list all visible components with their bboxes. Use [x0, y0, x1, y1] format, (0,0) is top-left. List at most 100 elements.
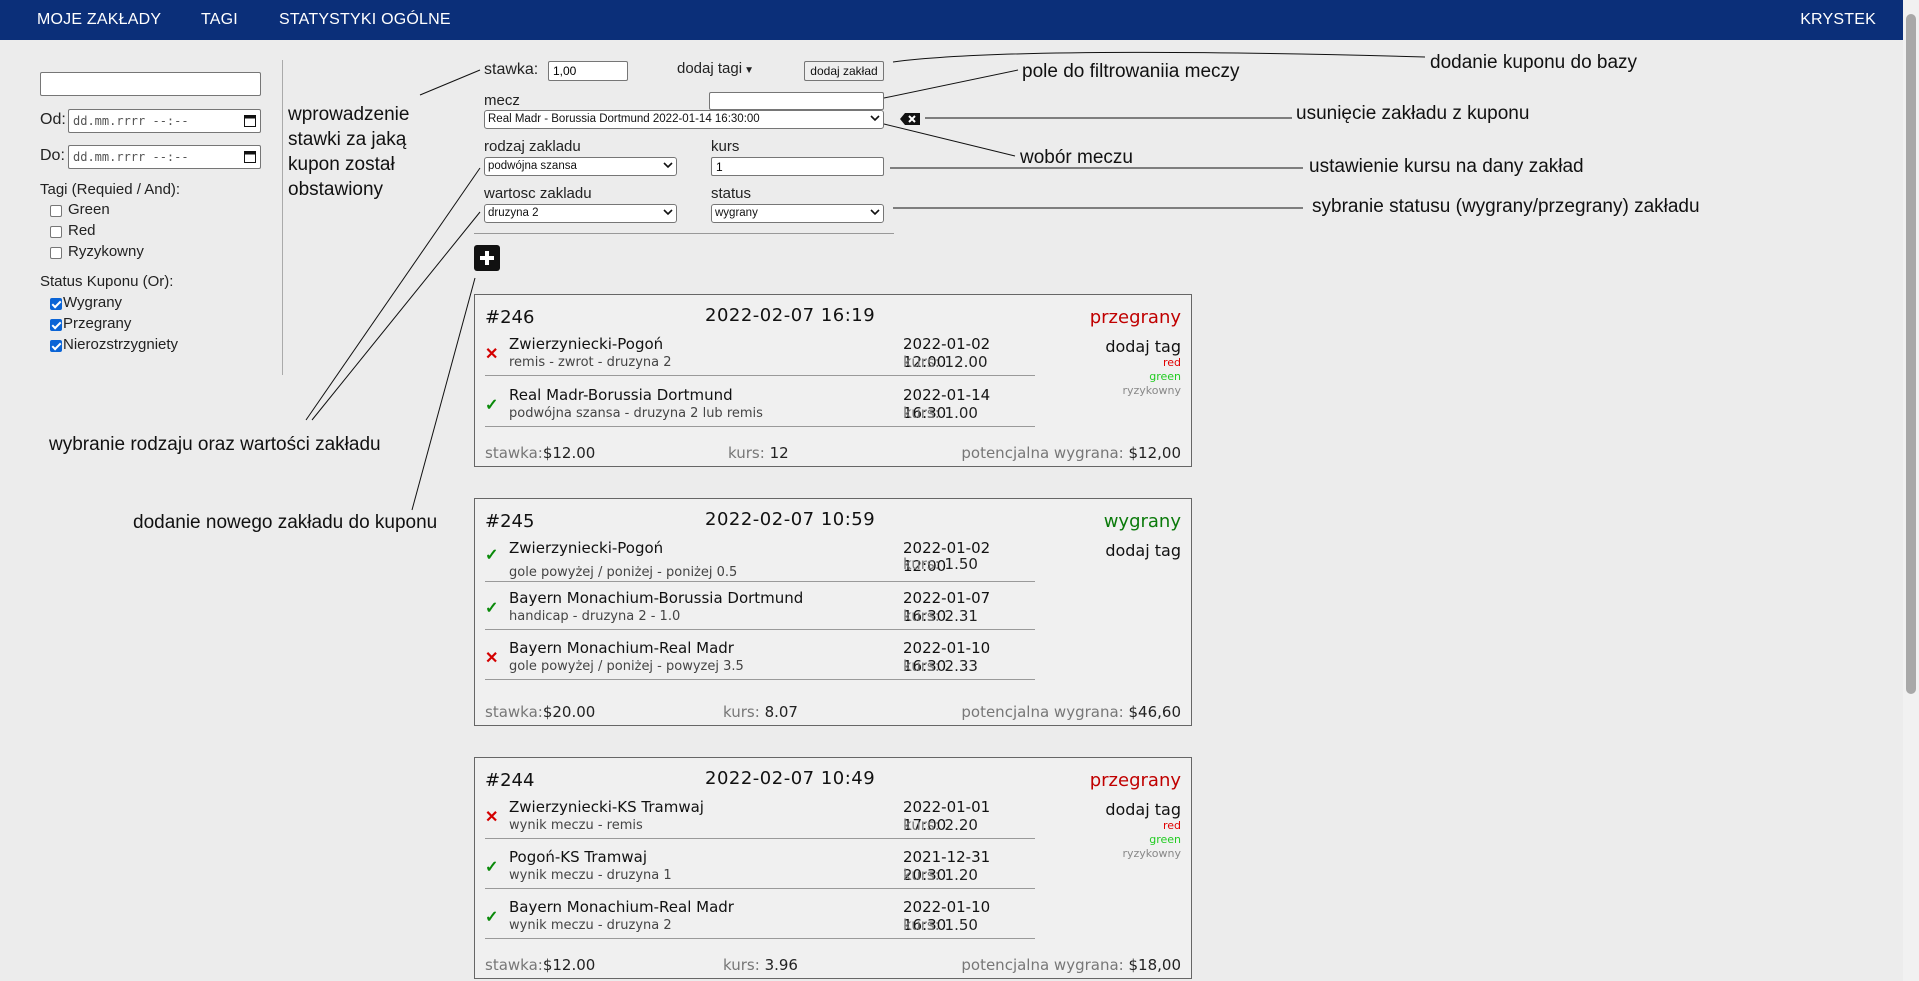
bet-row: ✕ Bayern Monachium-Real Madr gole powyżej … [485, 639, 1035, 680]
status-checkbox-przegrany[interactable] [50, 319, 62, 331]
footer-potential-value: $12,00 [1128, 444, 1182, 462]
match-select-value: Real Madr - Borussia Dortmund 2022-01-14… [488, 113, 760, 125]
search-input[interactable] [40, 72, 261, 96]
stake-input[interactable] [548, 61, 628, 81]
bet-type-select[interactable]: podwójna szansa [484, 157, 677, 176]
bet-value-select[interactable]: druzyna 2 [484, 204, 677, 223]
bet-row: ✓ Real Madr-Borussia Dortmund podwójna sza… [485, 386, 1035, 427]
status-checkbox-nierozstrzygniety[interactable] [50, 340, 62, 352]
bet-value-select-value: druzyna 2 [488, 207, 539, 219]
match-filter-input[interactable] [709, 92, 884, 110]
bet-description: handicap - druzyna 2 - 1.0 [509, 609, 681, 624]
nav-user[interactable]: KRYSTEK [1800, 0, 1876, 40]
annotation-stake-line-3: kupon został [288, 154, 395, 175]
bet-odds-value: 2.20 [944, 816, 978, 834]
coupon-id: #246 [485, 307, 535, 328]
bet-odds-label: kurs: [903, 353, 945, 371]
status-checkbox-wygrany[interactable] [50, 298, 62, 310]
from-date-input[interactable]: dd.mm.rrrr --:-- [68, 109, 261, 133]
won-check-icon: ✓ [485, 397, 499, 414]
footer-potential: potencjalna wygrana: $46,60 [961, 703, 1181, 721]
bet-odds-value: 1.00 [944, 404, 978, 422]
nav-item-moje-zaklady[interactable]: MOJE ZAKŁADY [37, 0, 161, 40]
coupon-status: przegrany [1089, 307, 1181, 328]
odds-input[interactable] [711, 157, 884, 176]
bet-odds-value: 1.20 [944, 866, 978, 884]
annotation-type-value: wybranie rodzaju oraz wartości zakładu [49, 434, 381, 455]
add-tags-dropdown[interactable]: dodaj tagi ▼ [677, 60, 754, 77]
add-tag-link[interactable]: dodaj tag [1105, 541, 1181, 560]
annotation-stake-line-4: obstawiony [288, 179, 384, 200]
footer-potential: potencjalna wygrana: $12,00 [961, 444, 1181, 462]
bet-odds-value: 2.31 [944, 607, 978, 625]
calendar-icon[interactable] [244, 114, 256, 127]
bet-row: ✕ Zwierzyniecki-KS Tramwaj wynik meczu - r… [485, 798, 1035, 839]
coupon-tag[interactable]: green [1105, 370, 1181, 384]
nav-item-statystyki[interactable]: STATYSTYKI OGÓLNE [279, 0, 451, 40]
tag-checkbox-ryzykowny[interactable] [50, 247, 62, 259]
to-date-input[interactable]: dd.mm.rrrr --:-- [68, 145, 261, 169]
coupon-tag[interactable]: red [1105, 819, 1181, 833]
page-scrollbar[interactable] [1903, 0, 1919, 981]
coupon-date: 2022-02-07 16:19 [705, 305, 876, 326]
bet-odds: kurs: 2.31 [903, 607, 978, 625]
bet-value-label: wartosc zakladu [484, 185, 592, 202]
match-select[interactable]: Real Madr - Borussia Dortmund 2022-01-14… [484, 110, 884, 129]
plus-icon[interactable] [474, 245, 500, 271]
match-label: mecz [484, 92, 520, 109]
bet-odds: kurs: 1.20 [903, 866, 978, 884]
bet-odds-value: 1.50 [944, 916, 978, 934]
won-check-icon: ✓ [485, 600, 499, 617]
scrollbar-thumb[interactable] [1906, 14, 1916, 694]
annotation-add-new: dodanie nowego zakładu do kuponu [133, 512, 438, 533]
bet-status-select[interactable]: wygrany [711, 204, 884, 223]
bet-odds: kurs: 1.00 [903, 404, 978, 422]
status-label-przegrany: Przegrany [63, 315, 132, 332]
footer-potential-label: potencjalna wygrana: [961, 956, 1124, 974]
bet-odds-label: kurs: [903, 607, 945, 625]
add-coupon-button[interactable]: dodaj zakład [804, 61, 884, 81]
bet-odds-label: kurs: [903, 816, 945, 834]
from-label: Od: [40, 111, 66, 128]
coupon-tag[interactable]: ryzykowny [1105, 384, 1181, 398]
coupon-tag[interactable]: red [1105, 356, 1181, 370]
add-tag-link[interactable]: dodaj tag [1105, 800, 1181, 819]
nav-item-tagi[interactable]: TAGI [201, 0, 238, 40]
coupon-id: #245 [485, 511, 535, 532]
footer-potential-value: $46,60 [1128, 703, 1182, 721]
won-check-icon: ✓ [485, 547, 499, 564]
footer-kurs: kurs: 12 [728, 444, 789, 462]
bet-odds-label: kurs: [903, 404, 945, 422]
add-tags-label: dodaj tagi [677, 60, 743, 77]
bet-description: podwójna szansa - druzyna 2 lub remis [509, 406, 763, 421]
coupon-card[interactable]: #245 2022-02-07 10:59 wygrany ✓ Zwierzynieck… [474, 498, 1192, 726]
coupon-date: 2022-02-07 10:49 [705, 768, 876, 789]
bet-row: ✕ Zwierzyniecki-Pogoń remis - zwrot - druz… [485, 335, 1035, 376]
coupon-tags: dodaj tag [1105, 541, 1181, 560]
coupon-card[interactable]: #244 2022-02-07 10:49 przegrany ✕ Zwierzynie… [474, 757, 1192, 979]
top-navbar: MOJE ZAKŁADY TAGI STATYSTYKI OGÓLNE KRYS… [0, 0, 1903, 40]
annotation-remove: usunięcie zakładu z kuponu [1296, 103, 1530, 124]
footer-stake-value: $12.00 [542, 444, 596, 462]
bet-description: wynik meczu - druzyna 2 [509, 918, 672, 933]
calendar-icon[interactable] [244, 150, 256, 163]
annotation-set-odds: ustawienie kursu na dany zakład [1309, 156, 1584, 177]
bet-odds-label: kurs: [903, 555, 945, 573]
tag-checkbox-red[interactable] [50, 226, 62, 238]
form-divider [474, 233, 894, 234]
footer-potential-value: $18,00 [1128, 956, 1182, 974]
bet-match: Zwierzyniecki-Pogoń [509, 539, 664, 557]
add-tag-link[interactable]: dodaj tag [1105, 337, 1181, 356]
bet-odds-label: kurs: [903, 866, 945, 884]
remove-bet-icon[interactable] [899, 112, 921, 126]
bet-odds: kurs: 12.00 [903, 353, 988, 371]
annotation-choose-match: wobór meczu [1020, 147, 1133, 168]
footer-kurs-value: 12 [769, 444, 789, 462]
tag-label-red: Red [68, 222, 96, 239]
bet-odds-value: 12.00 [944, 353, 988, 371]
tag-checkbox-green[interactable] [50, 205, 62, 217]
chevron-down-icon [870, 115, 880, 122]
coupon-tag[interactable]: ryzykowny [1105, 847, 1181, 861]
coupon-tag[interactable]: green [1105, 833, 1181, 847]
coupon-card[interactable]: #246 2022-02-07 16:19 przegrany ✕ Zwierzynie… [474, 294, 1192, 467]
